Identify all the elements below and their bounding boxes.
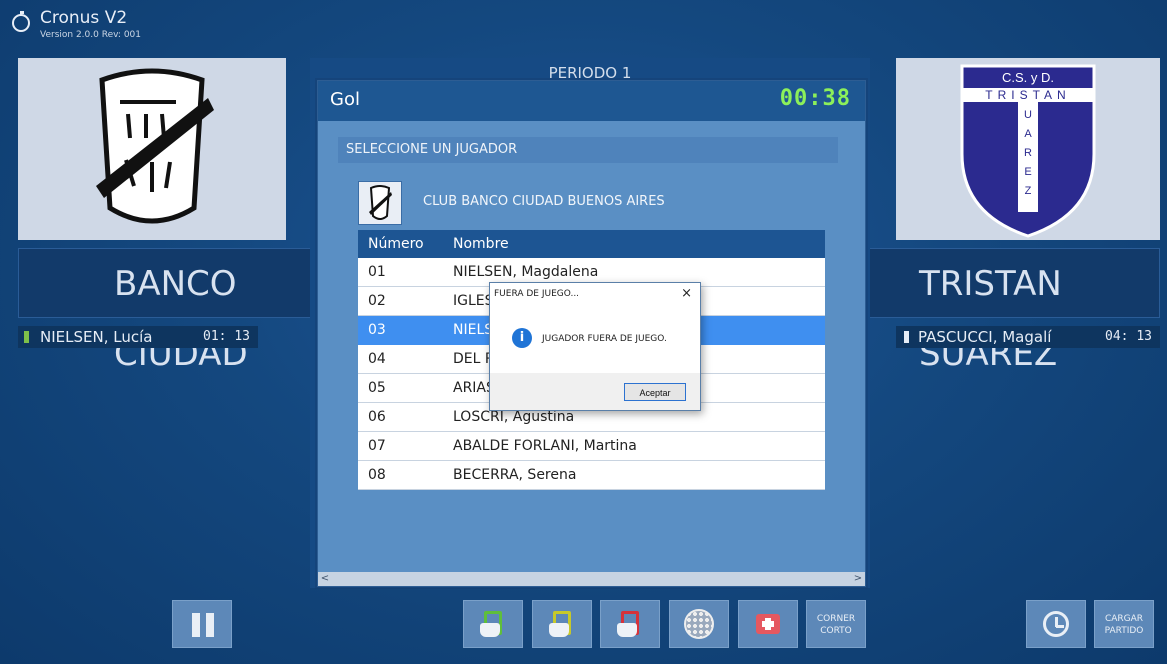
player-name: NIELS <box>453 322 494 338</box>
message-box-footer: Aceptar <box>490 373 700 410</box>
info-icon: i <box>512 328 532 348</box>
club-name: CLUB BANCO CIUDAD BUENOS AIRES <box>423 194 665 209</box>
pause-button[interactable] <box>172 600 232 648</box>
player-number: 05 <box>368 380 386 396</box>
player-number: 01 <box>368 264 386 280</box>
away-team-name: TRISTAN SUAREZ <box>860 248 1160 374</box>
match-timer: 00:38 <box>779 86 851 111</box>
message-box-title: FUERA DE JUEGO... <box>494 289 580 299</box>
player-name: ABALDE FORLANI, Martina <box>453 438 637 454</box>
first-aid-kit-icon <box>756 614 780 634</box>
green-card-marker <box>24 331 29 343</box>
player-number: 07 <box>368 438 386 454</box>
away-player-row[interactable]: PASCUCCI, Magalí 04: 13 <box>896 326 1160 348</box>
cargar-partido-line2: PARTIDO <box>1104 626 1144 636</box>
hand-icon <box>549 623 569 637</box>
away-team-logo: C.S. y D. TRISTAN U A R E Z <box>896 58 1160 240</box>
player-name: BECERRA, Serena <box>453 467 577 483</box>
column-header-numero: Número <box>368 236 424 252</box>
cargar-partido-button[interactable]: CARGAR PARTIDO <box>1094 600 1154 648</box>
app-version: Version 2.0.0 Rev: 001 <box>40 30 142 40</box>
player-number: 03 <box>368 322 386 338</box>
hand-icon <box>617 623 637 637</box>
hand-icon <box>480 623 500 637</box>
svg-text:U: U <box>1024 109 1032 121</box>
home-player-name: NIELSEN, Lucía <box>40 328 153 346</box>
offside-message-box: FUERA DE JUEGO... × i JUGADOR FUERA DE J… <box>489 282 701 411</box>
home-player-row[interactable]: NIELSEN, Lucía 01: 13 <box>18 326 258 348</box>
red-card-button[interactable] <box>600 600 660 648</box>
svg-text:E: E <box>1024 166 1031 178</box>
scroll-left-button[interactable]: < <box>318 572 332 586</box>
home-player-time: 01: 13 <box>203 329 250 344</box>
player-number: 04 <box>368 351 386 367</box>
medical-button[interactable] <box>738 600 798 648</box>
column-header-nombre: Nombre <box>453 236 509 252</box>
corner-corto-button[interactable]: CORNER CORTO <box>806 600 866 648</box>
yellow-card-button[interactable] <box>532 600 592 648</box>
player-number: 08 <box>368 467 386 483</box>
table-row[interactable]: 07 ABALDE FORLANI, Martina <box>358 432 825 461</box>
player-number: 02 <box>368 293 386 309</box>
corner-corto-line2: CORTO <box>820 626 852 636</box>
cargar-partido-line1: CARGAR <box>1104 614 1144 624</box>
corner-corto-line1: CORNER <box>816 614 856 624</box>
goal-dialog-title: Gol <box>330 89 360 110</box>
scroll-right-button[interactable]: > <box>851 572 865 586</box>
close-icon[interactable]: × <box>681 286 692 301</box>
select-player-prompt: SELECCIONE UN JUGADOR <box>338 137 838 163</box>
away-player-name: PASCUCCI, Magalí <box>918 328 1052 346</box>
svg-text:Z: Z <box>1025 185 1032 197</box>
ball-icon <box>684 609 714 639</box>
svg-text:A: A <box>1024 128 1032 140</box>
away-player-time: 04: 13 <box>1105 329 1152 344</box>
table-header: Número Nombre <box>358 230 825 258</box>
green-card-button[interactable] <box>463 600 523 648</box>
history-icon <box>1043 611 1069 637</box>
horizontal-scrollbar[interactable]: < > <box>318 572 865 586</box>
stopwatch-icon <box>12 11 30 32</box>
home-team-name: BANCO CIUDAD <box>18 248 316 374</box>
svg-text:C.S. y D.: C.S. y D. <box>1002 70 1054 85</box>
history-button[interactable] <box>1026 600 1086 648</box>
message-box-text: JUGADOR FUERA DE JUEGO. <box>542 334 667 344</box>
player-number: 06 <box>368 409 386 425</box>
card-marker <box>904 331 909 343</box>
goal-dialog-header: Gol 00:38 <box>318 81 865 121</box>
svg-text:R: R <box>1024 147 1032 159</box>
app-title: Cronus V2 <box>40 8 128 28</box>
club-logo-icon <box>358 181 402 225</box>
home-team-logo <box>18 58 286 240</box>
table-row[interactable]: 08 BECERRA, Serena <box>358 461 825 490</box>
accept-button[interactable]: Aceptar <box>624 383 686 401</box>
svg-text:TRISTAN: TRISTAN <box>985 88 1070 102</box>
goal-button[interactable] <box>669 600 729 648</box>
